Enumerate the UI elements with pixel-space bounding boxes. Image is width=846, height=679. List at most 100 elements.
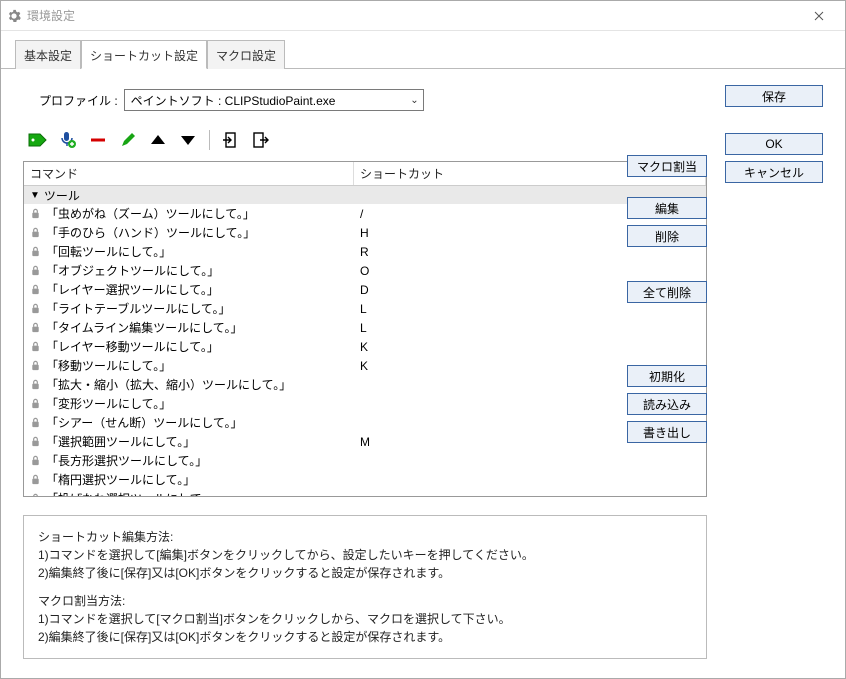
edit-button[interactable]: 編集 <box>627 197 707 219</box>
toolbar-divider <box>209 130 210 150</box>
lock-icon <box>30 436 42 448</box>
lock-icon <box>30 474 42 486</box>
profile-label: プロファイル : <box>39 92 118 109</box>
import-icon[interactable] <box>218 129 244 151</box>
save-button[interactable]: 保存 <box>725 85 823 107</box>
shortcut-list: コマンド ショートカット ▼ ツール 「虫めがね（ズーム）ツールにして。」/「手… <box>23 161 707 497</box>
item-command: 「移動ツールにして。」 <box>46 357 171 374</box>
item-command: 「変形ツールにして。」 <box>46 395 171 412</box>
export-icon[interactable] <box>248 129 274 151</box>
group-row[interactable]: ▼ ツール <box>24 186 706 204</box>
lock-icon <box>30 360 42 372</box>
window-title: 環境設定 <box>27 7 799 24</box>
list-item[interactable]: 「オブジェクトツールにして。」O <box>24 261 706 280</box>
item-command: 「楕円選択ツールにして。」 <box>46 471 195 488</box>
lock-icon <box>30 417 42 429</box>
lock-icon <box>30 398 42 410</box>
tag-icon[interactable] <box>25 129 51 151</box>
help-line-2: 2)編集終了後に[保存]又は[OK]ボタンをクリックすると設定が保存されます。 <box>38 564 692 582</box>
list-item[interactable]: 「レイヤー選択ツールにして。」D <box>24 280 706 299</box>
lock-icon <box>30 208 42 220</box>
help-box: ショートカット編集方法: 1)コマンドを選択して[編集]ボタンをクリックしてから… <box>23 515 707 659</box>
profile-value: ペイントソフト : CLIPStudioPaint.exe <box>131 92 336 109</box>
export-button[interactable]: 書き出し <box>627 421 707 443</box>
item-command: 「レイヤー選択ツールにして。」 <box>46 281 219 298</box>
list-item[interactable]: 「投げなわ選択ツールにして。」 <box>24 489 706 496</box>
item-command: 「長方形選択ツールにして。」 <box>46 452 207 469</box>
list-item[interactable]: 「タイムライン編集ツールにして。」L <box>24 318 706 337</box>
lock-icon <box>30 246 42 258</box>
minus-icon[interactable] <box>85 129 111 151</box>
item-command: 「拡大・縮小（拡大、縮小）ツールにして。」 <box>46 376 291 393</box>
list-item[interactable]: 「回転ツールにして。」R <box>24 242 706 261</box>
main-column: プロファイル : ペイントソフト : CLIPStudioPaint.exe ⌄ <box>23 89 707 662</box>
lock-icon <box>30 341 42 353</box>
lock-icon <box>30 265 42 277</box>
item-command: 「投げなわ選択ツールにして。」 <box>46 490 219 496</box>
lock-icon <box>30 227 42 239</box>
item-command: 「回転ツールにして。」 <box>46 243 171 260</box>
list-item[interactable]: 「虫めがね（ズーム）ツールにして。」/ <box>24 204 706 223</box>
ok-button[interactable]: OK <box>725 133 823 155</box>
tab-macro[interactable]: マクロ設定 <box>207 40 285 69</box>
list-item[interactable]: 「ライトテーブルツールにして。」L <box>24 299 706 318</box>
item-command: 「虫めがね（ズーム）ツールにして。」 <box>46 205 255 222</box>
close-button[interactable] <box>799 2 839 30</box>
list-item[interactable]: 「選択範囲ツールにして。」M <box>24 432 706 451</box>
help-heading-1: ショートカット編集方法: <box>38 528 692 546</box>
toolbar <box>23 125 707 161</box>
item-command: 「タイムライン編集ツールにして。」 <box>46 319 242 336</box>
tab-shortcut[interactable]: ショートカット設定 <box>81 40 207 69</box>
item-command: 「オブジェクトツールにして。」 <box>46 262 219 279</box>
list-item[interactable]: 「移動ツールにして。」K <box>24 356 706 375</box>
lock-icon <box>30 379 42 391</box>
preferences-window: 環境設定 基本設定 ショートカット設定 マクロ設定 プロファイル : ペイントソ… <box>0 0 846 679</box>
titlebar: 環境設定 <box>1 1 845 31</box>
delete-all-button[interactable]: 全て削除 <box>627 281 707 303</box>
lock-icon <box>30 455 42 467</box>
profile-row: プロファイル : ペイントソフト : CLIPStudioPaint.exe ⌄ <box>23 89 707 111</box>
item-command: 「シアー（せん断）ツールにして。」 <box>46 414 243 431</box>
tab-basic[interactable]: 基本設定 <box>15 40 81 69</box>
lock-icon <box>30 493 42 497</box>
column-command[interactable]: コマンド <box>24 162 354 185</box>
chevron-down-icon: ⌄ <box>410 95 418 106</box>
item-command: 「選択範囲ツールにして。」 <box>46 433 195 450</box>
lock-icon <box>30 322 42 334</box>
mic-add-icon[interactable] <box>55 129 81 151</box>
list-item[interactable]: 「手のひら（ハンド）ツールにして。」H <box>24 223 706 242</box>
side-column: 保存 OK キャンセル <box>725 85 823 662</box>
lock-icon <box>30 303 42 315</box>
move-down-icon[interactable] <box>175 129 201 151</box>
profile-select[interactable]: ペイントソフト : CLIPStudioPaint.exe ⌄ <box>124 89 424 111</box>
item-command: 「レイヤー移動ツールにして。」 <box>46 338 219 355</box>
list-body[interactable]: ▼ ツール 「虫めがね（ズーム）ツールにして。」/「手のひら（ハンド）ツールにし… <box>24 186 706 496</box>
list-item[interactable]: 「長方形選択ツールにして。」 <box>24 451 706 470</box>
help-line-4: 2)編集終了後に[保存]又は[OK]ボタンをクリックすると設定が保存されます。 <box>38 628 692 646</box>
list-item[interactable]: 「レイヤー移動ツールにして。」K <box>24 337 706 356</box>
list-item[interactable]: 「楕円選択ツールにして。」 <box>24 470 706 489</box>
help-heading-2: マクロ割当方法: <box>38 592 692 610</box>
help-line-3: 1)コマンドを選択して[マクロ割当]ボタンをクリックしから、マクロを選択して下さ… <box>38 610 692 628</box>
pencil-icon[interactable] <box>115 129 141 151</box>
lock-icon <box>30 284 42 296</box>
reset-button[interactable]: 初期化 <box>627 365 707 387</box>
gear-icon <box>7 9 21 23</box>
import-button[interactable]: 読み込み <box>627 393 707 415</box>
move-up-icon[interactable] <box>145 129 171 151</box>
content-area: プロファイル : ペイントソフト : CLIPStudioPaint.exe ⌄ <box>1 69 845 678</box>
list-item[interactable]: 「拡大・縮小（拡大、縮小）ツールにして。」 <box>24 375 706 394</box>
item-command: 「手のひら（ハンド）ツールにして。」 <box>46 224 255 241</box>
list-item[interactable]: 「変形ツールにして。」 <box>24 394 706 413</box>
list-item[interactable]: 「シアー（せん断）ツールにして。」 <box>24 413 706 432</box>
list-header: コマンド ショートカット <box>24 162 706 186</box>
delete-button[interactable]: 削除 <box>627 225 707 247</box>
item-command: 「ライトテーブルツールにして。」 <box>46 300 231 317</box>
cancel-button[interactable]: キャンセル <box>725 161 823 183</box>
assign-macro-button[interactable]: マクロ割当 <box>627 155 707 177</box>
tab-bar: 基本設定 ショートカット設定 マクロ設定 <box>1 31 845 69</box>
action-button-column: マクロ割当 編集 削除 全て削除 初期化 読み込み 書き出し <box>627 155 707 443</box>
triangle-down-icon: ▼ <box>30 190 40 201</box>
help-line-1: 1)コマンドを選択して[編集]ボタンをクリックしてから、設定したいキーを押してく… <box>38 546 692 564</box>
group-label: ツール <box>44 187 80 204</box>
